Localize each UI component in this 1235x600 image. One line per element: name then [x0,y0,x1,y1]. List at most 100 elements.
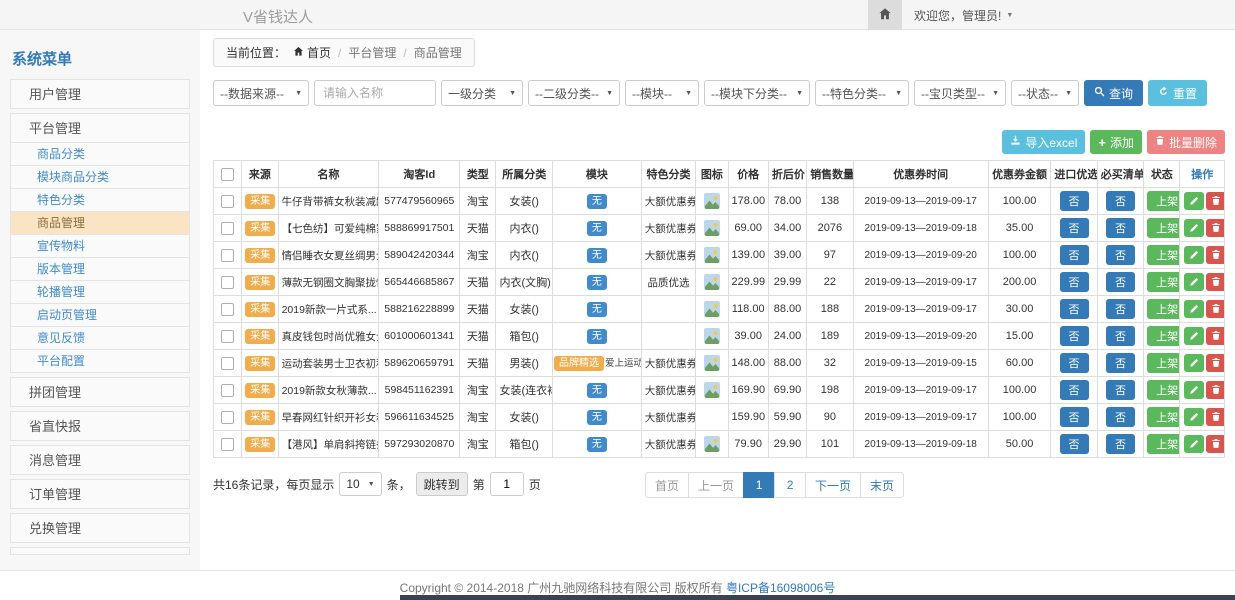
must-buy-toggle[interactable]: 否 [1106,272,1135,292]
delete-button[interactable] [1206,408,1224,426]
import-preferred-toggle[interactable]: 否 [1060,353,1089,373]
row-checkbox[interactable] [221,249,234,262]
edit-button[interactable] [1184,300,1204,318]
sidebar-item[interactable]: 兑换管理 [10,513,190,543]
import-preferred-toggle[interactable]: 否 [1060,407,1089,427]
page-button[interactable]: 1 [743,472,775,498]
edit-button[interactable] [1184,192,1204,210]
delete-button[interactable] [1206,246,1224,264]
status-button[interactable]: 上架 [1147,218,1180,238]
delete-button[interactable] [1206,354,1224,372]
filter-select[interactable]: --模块下分类--▼ [704,80,810,106]
row-checkbox[interactable] [221,330,234,343]
must-buy-toggle[interactable]: 否 [1106,218,1135,238]
delete-button[interactable] [1206,273,1224,291]
filter-select[interactable]: --特色分类--▼ [815,80,909,106]
sidebar-item[interactable]: 消息管理 [10,445,190,475]
delete-button[interactable] [1206,327,1224,345]
filter-select[interactable]: --数据来源--▼ [213,80,309,106]
filter-select[interactable]: --二级分类--▼ [528,80,620,106]
name-filter-input[interactable] [314,80,436,106]
sidebar-item[interactable]: 平台管理 [10,113,190,143]
import-preferred-toggle[interactable]: 否 [1060,434,1089,454]
add-button[interactable]: + 添加 [1090,130,1142,154]
import-preferred-toggle[interactable]: 否 [1060,299,1089,319]
delete-button[interactable] [1206,300,1224,318]
row-checkbox[interactable] [221,438,234,451]
jump-button[interactable]: 跳转到 [416,472,468,496]
delete-button[interactable] [1206,219,1224,237]
page-button[interactable]: 首页 [645,472,689,498]
edit-button[interactable] [1184,381,1204,399]
page-size-select[interactable]: 10 ▼ [339,472,381,496]
import-preferred-toggle[interactable]: 否 [1060,191,1089,211]
breadcrumb-item[interactable]: 平台管理 [348,44,396,61]
sidebar-item[interactable]: 版本管理 [10,257,190,281]
import-excel-button[interactable]: 导入excel [1002,130,1085,154]
status-button[interactable]: 上架 [1147,272,1180,292]
edit-button[interactable] [1184,246,1204,264]
must-buy-toggle[interactable]: 否 [1106,353,1135,373]
breadcrumb-home-link[interactable]: 首页 [293,44,331,61]
row-checkbox[interactable] [221,303,234,316]
row-checkbox[interactable] [221,411,234,424]
page-button[interactable]: 末页 [860,472,904,498]
filter-select[interactable]: --模块--▼ [625,80,699,106]
sidebar-item[interactable]: 省直快报 [10,411,190,441]
edit-button[interactable] [1184,354,1204,372]
status-button[interactable]: 上架 [1147,191,1180,211]
status-button[interactable]: 上架 [1147,407,1180,427]
sidebar-item[interactable]: 宣传物料 [10,234,190,258]
must-buy-toggle[interactable]: 否 [1106,299,1135,319]
user-menu[interactable]: 欢迎您，管理员! ▼ [902,7,1025,24]
edit-button[interactable] [1184,219,1204,237]
icp-link[interactable]: 粤ICP备16098006号 [726,581,835,595]
must-buy-toggle[interactable]: 否 [1106,245,1135,265]
sidebar-item[interactable]: 轮播管理 [10,280,190,304]
sidebar-item[interactable]: 用户管理 [10,79,190,109]
edit-button[interactable] [1184,408,1204,426]
import-preferred-toggle[interactable]: 否 [1060,380,1089,400]
delete-button[interactable] [1206,192,1224,210]
must-buy-toggle[interactable]: 否 [1106,407,1135,427]
page-button[interactable]: 下一页 [805,472,861,498]
select-all-checkbox[interactable] [221,168,234,181]
status-button[interactable]: 上架 [1147,380,1180,400]
page-button[interactable]: 上一页 [688,472,744,498]
import-preferred-toggle[interactable]: 否 [1060,218,1089,238]
edit-button[interactable] [1184,273,1204,291]
status-button[interactable]: 上架 [1147,434,1180,454]
must-buy-toggle[interactable]: 否 [1106,380,1135,400]
sidebar-item[interactable]: 特色分类 [10,188,190,212]
sidebar-item[interactable]: 商品管理 [10,211,190,235]
status-button[interactable]: 上架 [1147,299,1180,319]
row-checkbox[interactable] [221,384,234,397]
sidebar-item[interactable]: 订单管理 [10,479,190,509]
import-preferred-toggle[interactable]: 否 [1060,245,1089,265]
must-buy-toggle[interactable]: 否 [1106,191,1135,211]
must-buy-toggle[interactable]: 否 [1106,326,1135,346]
filter-select[interactable]: --宝贝类型--▼ [914,80,1006,106]
status-button[interactable]: 上架 [1147,245,1180,265]
edit-button[interactable] [1184,327,1204,345]
filter-select[interactable]: 一级分类▼ [441,80,523,106]
filter-select[interactable]: --状态--▼ [1011,80,1079,106]
import-preferred-toggle[interactable]: 否 [1060,272,1089,292]
page-button[interactable]: 2 [774,472,806,498]
status-button[interactable]: 上架 [1147,353,1180,373]
reset-button[interactable]: 重置 [1148,80,1207,106]
batch-delete-button[interactable]: 批量删除 [1147,130,1225,154]
status-button[interactable]: 上架 [1147,326,1180,346]
edit-button[interactable] [1184,435,1204,453]
home-button[interactable] [868,0,902,30]
sidebar-item[interactable]: 拼团管理 [10,377,190,407]
import-preferred-toggle[interactable]: 否 [1060,326,1089,346]
sidebar-item[interactable]: 平台配置 [10,349,190,373]
sidebar-item[interactable]: 模块商品分类 [10,165,190,189]
row-checkbox[interactable] [221,276,234,289]
must-buy-toggle[interactable]: 否 [1106,434,1135,454]
delete-button[interactable] [1206,381,1224,399]
sidebar-item[interactable]: 商品分类 [10,142,190,166]
jump-page-input[interactable] [490,472,524,496]
row-checkbox[interactable] [221,195,234,208]
